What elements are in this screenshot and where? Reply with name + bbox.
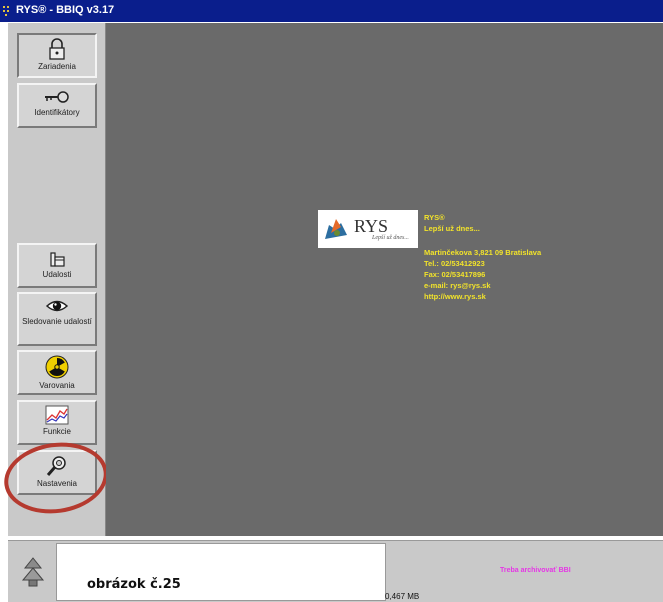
- rys-logo: RYS Lepší už dnes...: [318, 210, 418, 248]
- padlock-icon: [49, 38, 65, 60]
- company-tel: Tel.: 02/53412923: [424, 259, 485, 268]
- logo-text: RYS: [354, 216, 389, 236]
- funkcie-button[interactable]: Funkcie: [17, 400, 97, 445]
- lynx-icon: [325, 219, 347, 239]
- key-icon: [45, 91, 69, 103]
- company-email: e-mail: rys@rys.sk: [424, 281, 491, 290]
- company-web: http://www.rys.sk: [424, 292, 486, 301]
- window-title: RYS® - BBIQ v3.17: [16, 4, 115, 16]
- varovania-label: Varovania: [39, 381, 75, 390]
- udalosti-label: Udalosti: [42, 270, 72, 279]
- zariadenia-button[interactable]: Zariadenia: [17, 33, 97, 78]
- company-name: RYS®: [424, 213, 445, 222]
- identifikatory-label: Identifikátory: [34, 108, 80, 117]
- archive-warning: Treba archivovať BBI: [500, 567, 571, 574]
- identifikatory-button[interactable]: Identifikátory: [17, 83, 97, 128]
- title-bar: RYS® - BBIQ v3.17: [0, 0, 663, 22]
- udalosti-button[interactable]: Udalosti: [17, 243, 97, 288]
- sledovanie-udalosti-label: Sledovanie udalostí: [22, 317, 92, 326]
- radiation-icon: [45, 355, 69, 379]
- eye-icon: [45, 300, 69, 312]
- chart-icon: [45, 405, 69, 425]
- status-panel: [56, 543, 386, 601]
- app-icon: [3, 6, 9, 16]
- sledovanie-udalosti-button[interactable]: Sledovanie udalostí: [17, 292, 97, 346]
- db-size: 0,467 MB: [385, 592, 420, 601]
- main-area: [106, 23, 663, 536]
- zariadenia-label: Zariadenia: [38, 62, 76, 71]
- network-icon: [21, 557, 45, 587]
- company-address: Martinčekova 3,821 09 Bratislava: [424, 248, 542, 257]
- logo-slogan: Lepší už dnes...: [372, 235, 409, 241]
- caption-text: obrázok č.25: [87, 577, 181, 592]
- funkcie-label: Funkcie: [42, 427, 71, 436]
- varovania-button[interactable]: Varovania: [17, 350, 97, 395]
- company-slogan: Lepší už dnes...: [424, 224, 480, 233]
- hand-icon: [50, 252, 65, 267]
- company-fax: Fax: 02/53417896: [424, 270, 486, 279]
